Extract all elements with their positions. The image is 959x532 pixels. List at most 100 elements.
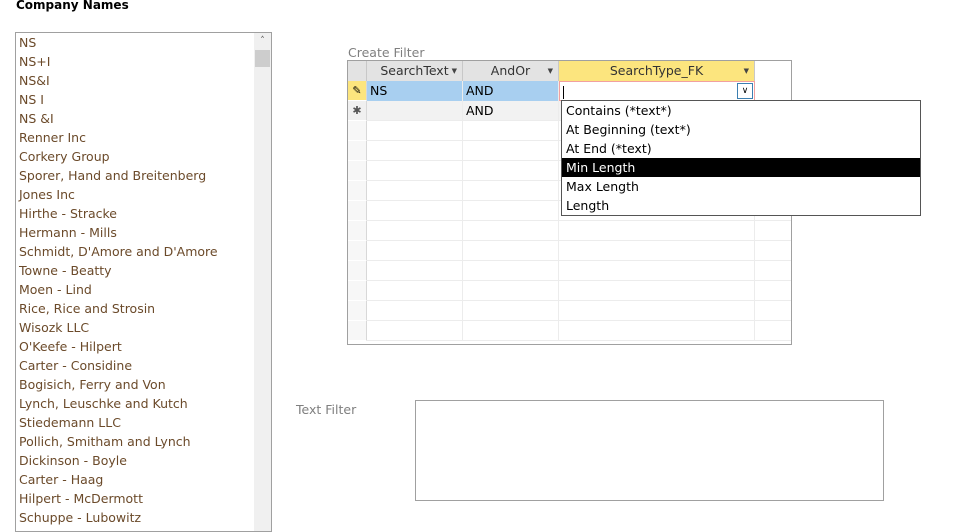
empty-cell bbox=[463, 321, 559, 341]
empty-cell bbox=[367, 121, 463, 141]
empty-cell bbox=[559, 281, 755, 301]
empty-cell bbox=[463, 281, 559, 301]
list-item[interactable]: Rice, Rice and Strosin bbox=[16, 299, 271, 318]
row-selector bbox=[348, 321, 367, 341]
empty-cell bbox=[559, 321, 755, 341]
row-selector bbox=[348, 161, 367, 181]
list-item[interactable]: Moen - Lind bbox=[16, 280, 271, 299]
list-item[interactable]: Corkery Group bbox=[16, 147, 271, 166]
empty-cell bbox=[559, 221, 755, 241]
dropdown-option[interactable]: At End (*text) bbox=[562, 139, 920, 158]
list-item[interactable]: Hirthe - Stracke bbox=[16, 204, 271, 223]
list-item[interactable]: Stiedemann LLC bbox=[16, 413, 271, 432]
empty-cell bbox=[463, 221, 559, 241]
column-header-andor[interactable]: AndOr ▼ bbox=[463, 61, 559, 81]
empty-cell bbox=[463, 261, 559, 281]
empty-row bbox=[348, 261, 791, 281]
dropdown-option[interactable]: Length bbox=[562, 196, 920, 215]
empty-cell bbox=[463, 241, 559, 261]
searchtype-dropdown-list[interactable]: Contains (*text*) At Beginning (text*) At … bbox=[561, 100, 921, 216]
empty-cell bbox=[367, 321, 463, 341]
list-item[interactable]: Schuppe - Lubowitz bbox=[16, 508, 271, 527]
empty-cell bbox=[367, 221, 463, 241]
list-scrollbar[interactable]: ˄ bbox=[254, 33, 271, 531]
list-item[interactable]: Dickinson - Boyle bbox=[16, 451, 271, 470]
empty-cell bbox=[559, 241, 755, 261]
list-item[interactable]: NS+I bbox=[16, 52, 271, 71]
dropdown-option[interactable]: Min Length bbox=[562, 158, 920, 177]
dropdown-option[interactable]: Max Length bbox=[562, 177, 920, 196]
row-selector bbox=[348, 221, 367, 241]
dropdown-arrow-icon[interactable]: ▼ bbox=[452, 61, 457, 81]
andor-cell[interactable]: AND bbox=[463, 101, 559, 121]
text-filter-box[interactable] bbox=[415, 400, 884, 501]
column-label: SearchType_FK bbox=[609, 63, 704, 78]
list-item[interactable]: Towne - Beatty bbox=[16, 261, 271, 280]
empty-cell bbox=[367, 201, 463, 221]
empty-cell bbox=[559, 261, 755, 281]
list-item[interactable]: Carter - Considine bbox=[16, 356, 271, 375]
list-item[interactable]: NS &I bbox=[16, 109, 271, 128]
row-selector bbox=[348, 201, 367, 221]
create-filter-label: Create Filter bbox=[348, 45, 425, 60]
row-selector bbox=[348, 141, 367, 161]
dropdown-arrow-icon[interactable]: ▼ bbox=[548, 61, 553, 81]
list-item[interactable]: Hermann - Mills bbox=[16, 223, 271, 242]
dropdown-option[interactable]: At Beginning (text*) bbox=[562, 120, 920, 139]
row-selector bbox=[348, 261, 367, 281]
empty-cell bbox=[367, 261, 463, 281]
empty-cell bbox=[463, 141, 559, 161]
empty-cell bbox=[367, 141, 463, 161]
list-item[interactable]: Wisozk LLC bbox=[16, 318, 271, 337]
list-item[interactable]: NS bbox=[16, 33, 271, 52]
row-selector bbox=[348, 281, 367, 301]
row-selector bbox=[348, 301, 367, 321]
searchtype-combo[interactable]: ∨ bbox=[559, 81, 755, 101]
list-item[interactable]: NS&I bbox=[16, 71, 271, 90]
list-item[interactable]: Bogisich, Ferry and Von bbox=[16, 375, 271, 394]
list-item[interactable]: NS I bbox=[16, 90, 271, 109]
new-record-icon[interactable]: ✱ bbox=[348, 101, 367, 121]
scroll-up-icon[interactable]: ˄ bbox=[254, 33, 271, 50]
chevron-down-icon[interactable]: ∨ bbox=[737, 83, 753, 99]
empty-cell bbox=[463, 201, 559, 221]
text-cursor bbox=[563, 86, 564, 99]
empty-cell bbox=[463, 161, 559, 181]
list-item[interactable]: Renner Inc bbox=[16, 128, 271, 147]
table-row[interactable]: ✎ NS AND ∨ bbox=[348, 81, 791, 101]
list-item[interactable]: Pollich, Smitham and Lynch bbox=[16, 432, 271, 451]
searchtext-cell[interactable]: NS bbox=[367, 81, 463, 101]
list-item[interactable]: Sporer, Hand and Breitenberg bbox=[16, 166, 271, 185]
searchtext-cell[interactable] bbox=[367, 101, 463, 121]
row-selector bbox=[348, 121, 367, 141]
list-item[interactable]: Hilpert - McDermott bbox=[16, 489, 271, 508]
list-item[interactable]: Schmidt, D'Amore and D'Amore bbox=[16, 242, 271, 261]
list-item[interactable]: Carter - Haag bbox=[16, 470, 271, 489]
empty-cell bbox=[559, 301, 755, 321]
empty-row bbox=[348, 281, 791, 301]
list-item[interactable]: O'Keefe - Hilpert bbox=[16, 337, 271, 356]
pencil-icon[interactable]: ✎ bbox=[348, 81, 367, 101]
text-filter-label: Text Filter bbox=[296, 402, 357, 417]
list-item[interactable]: Lynch, Leuschke and Kutch bbox=[16, 394, 271, 413]
scroll-thumb[interactable] bbox=[255, 50, 270, 67]
empty-row bbox=[348, 301, 791, 321]
empty-cell bbox=[367, 281, 463, 301]
list-item[interactable]: Jones Inc bbox=[16, 185, 271, 204]
column-header-searchtype[interactable]: SearchType_FK ▼ bbox=[559, 61, 755, 81]
row-selector bbox=[348, 241, 367, 261]
empty-cell bbox=[367, 161, 463, 181]
company-names-listbox[interactable]: NS NS+I NS&I NS I NS &I Renner Inc Corkery Gro… bbox=[15, 32, 272, 532]
andor-cell[interactable]: AND bbox=[463, 81, 559, 101]
company-names-title: Company Names bbox=[16, 0, 129, 12]
empty-row bbox=[348, 221, 791, 241]
dropdown-arrow-icon[interactable]: ▼ bbox=[744, 61, 749, 81]
row-selector bbox=[348, 181, 367, 201]
select-all-corner[interactable] bbox=[348, 61, 367, 81]
dropdown-option[interactable]: Contains (*text*) bbox=[562, 101, 920, 120]
empty-cell bbox=[463, 301, 559, 321]
empty-row bbox=[348, 321, 791, 341]
empty-cell bbox=[463, 121, 559, 141]
column-header-searchtext[interactable]: SearchText ▼ bbox=[367, 61, 463, 81]
column-label: AndOr bbox=[490, 63, 531, 78]
